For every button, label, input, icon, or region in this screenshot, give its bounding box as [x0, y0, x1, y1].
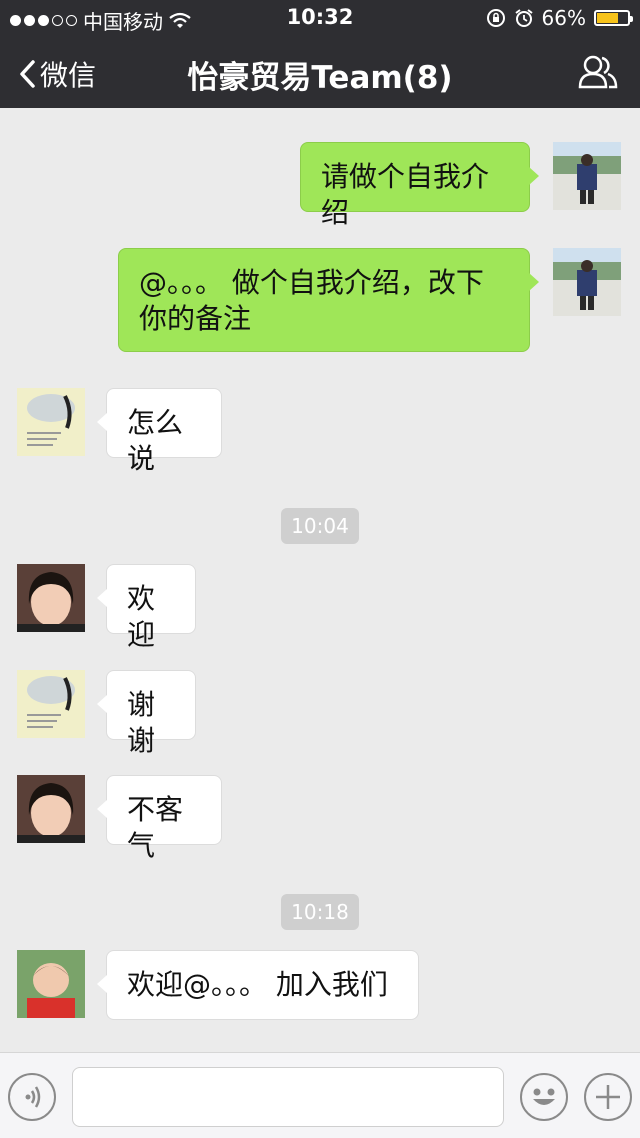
message-text: 不客气 — [127, 793, 184, 862]
emoji-icon — [533, 1088, 555, 1105]
battery-icon — [594, 10, 633, 26]
chat-title: 怡豪贸易Team(8) — [187, 60, 453, 96]
message-text: 请做个自我介绍 — [321, 160, 490, 229]
message-input[interactable] — [72, 1067, 504, 1127]
nav-bar: 微信 怡豪贸易Team(8) — [0, 36, 640, 108]
group-members-icon — [578, 55, 618, 89]
message-text: @。。。 做个自我介绍，改下你的备注 — [139, 266, 484, 335]
alarm-icon — [514, 9, 533, 27]
status-bar: 中国移动 10:32 66% — [0, 0, 640, 36]
timestamp-label: 10:18 — [281, 894, 359, 930]
rotation-lock-icon — [486, 9, 505, 27]
voice-button[interactable] — [8, 1073, 56, 1121]
message-text: 欢迎@。。。 加入我们 — [127, 968, 388, 1001]
timestamp: 10:18 — [0, 894, 640, 930]
avatar[interactable] — [17, 775, 85, 843]
message-text: 欢迎 — [127, 582, 156, 651]
message-text: 谢谢 — [127, 688, 156, 757]
status-right: 66% — [486, 6, 633, 30]
avatar[interactable] — [553, 248, 621, 316]
message-bubble[interactable]: 不客气 — [97, 775, 222, 862]
timestamp-label: 10:04 — [281, 508, 359, 544]
avatar[interactable] — [17, 950, 85, 1018]
avatar[interactable] — [17, 670, 85, 738]
message-bubble[interactable]: 怎么说 — [97, 388, 222, 475]
battery-percent: 66% — [541, 6, 586, 30]
top-bar: 中国移动 10:32 66% 微信 怡豪贸易Team(8) — [0, 0, 640, 108]
avatar[interactable] — [17, 388, 85, 456]
message-bubble[interactable]: 谢谢 — [97, 670, 196, 757]
message-text: 怎么说 — [127, 406, 184, 475]
plus-icon — [596, 1085, 620, 1109]
input-bar — [0, 1052, 640, 1138]
timestamp: 10:04 — [0, 508, 640, 544]
avatar[interactable] — [17, 564, 85, 632]
chat-area[interactable]: 请做个自我介绍 @。。。 做个自我介绍，改下你的备注 怎么说 10:04 欢迎 … — [0, 108, 640, 1052]
message-bubble[interactable]: 欢迎@。。。 加入我们 — [97, 950, 419, 1020]
more-button[interactable] — [584, 1073, 632, 1121]
message-bubble[interactable]: 请做个自我介绍 — [300, 142, 539, 229]
emoji-button[interactable] — [520, 1073, 568, 1121]
voice-icon — [25, 1086, 41, 1108]
group-members-button[interactable] — [578, 54, 618, 94]
avatar[interactable] — [553, 142, 621, 210]
message-bubble[interactable]: @。。。 做个自我介绍，改下你的备注 — [118, 248, 539, 352]
message-bubble[interactable]: 欢迎 — [97, 564, 196, 651]
